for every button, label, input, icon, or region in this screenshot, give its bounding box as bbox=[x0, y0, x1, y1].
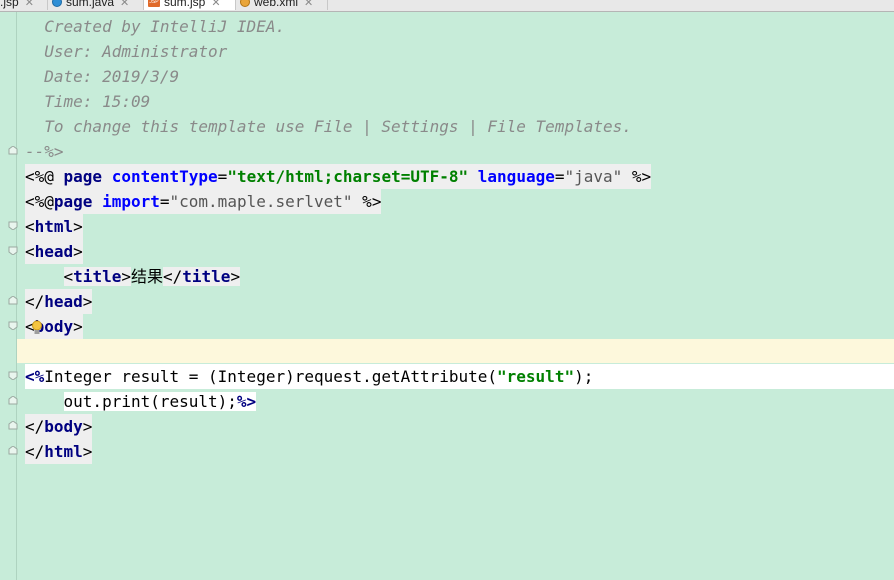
tag-name: html bbox=[44, 442, 83, 461]
java-code: out.print(result); bbox=[63, 392, 237, 411]
title-close-tag: </title> bbox=[163, 267, 241, 286]
directive-open: <%@ bbox=[25, 167, 64, 186]
comment-line: To change this template use File | Setti… bbox=[25, 117, 632, 136]
title-text: 结果 bbox=[130, 267, 163, 286]
fold-end-icon[interactable] bbox=[8, 296, 18, 305]
attribute-name: language bbox=[477, 167, 555, 186]
tab-sum-java[interactable]: sum.java ✕ bbox=[48, 0, 144, 10]
directive-keyword: page bbox=[53, 192, 93, 211]
tab-sum-jsp[interactable]: JSP sum.jsp ✕ bbox=[144, 0, 236, 10]
tab-label: sum.java bbox=[66, 0, 115, 9]
head-open-tag: <head> bbox=[25, 239, 83, 264]
attribute-name: import bbox=[102, 192, 160, 211]
editor-tab-bar: .jsp ✕ sum.java ✕ JSP sum.jsp ✕ web.xml … bbox=[0, 0, 894, 12]
scriptlet-line-1: <%Integer result = (Integer)request.getA… bbox=[25, 364, 894, 389]
java-code: ); bbox=[574, 367, 594, 386]
lightbulb-icon[interactable] bbox=[31, 320, 43, 336]
equals: = bbox=[159, 192, 170, 211]
page-directive-line: <%@ page contentType="text/html;charset=… bbox=[25, 164, 652, 189]
tag-name: title bbox=[73, 267, 122, 286]
close-icon[interactable]: ✕ bbox=[120, 0, 129, 9]
tag-name: html bbox=[34, 217, 74, 236]
fold-end-icon[interactable] bbox=[8, 421, 18, 430]
directive-close: %> bbox=[622, 167, 652, 186]
close-icon[interactable]: ✕ bbox=[304, 0, 313, 9]
scriptlet-open: <% bbox=[25, 367, 45, 386]
tag-name: head bbox=[34, 242, 74, 261]
tab-jsp-file[interactable]: .jsp ✕ bbox=[0, 0, 48, 10]
comment-end: --%> bbox=[25, 142, 64, 161]
attribute-value: "text/html;charset=UTF-8" bbox=[227, 167, 469, 186]
directive-keyword: page bbox=[63, 167, 103, 186]
jsp-file-icon: JSP bbox=[148, 0, 160, 7]
title-line: <title>结果</title> bbox=[25, 264, 241, 289]
java-class-icon bbox=[52, 0, 62, 7]
tab-label: .jsp bbox=[0, 0, 19, 9]
attribute-name: contentType bbox=[111, 167, 218, 186]
attribute-value: "com.maple.serlvet" bbox=[169, 192, 353, 211]
java-code: Integer result = (Integer)request.getAtt… bbox=[44, 367, 498, 386]
comment-line: Time: 15:09 bbox=[25, 92, 151, 111]
current-line-highlight bbox=[17, 339, 894, 363]
scriptlet-close: %> bbox=[236, 392, 257, 411]
close-icon[interactable]: ✕ bbox=[211, 0, 220, 9]
comment-line: Created by IntelliJ IDEA. bbox=[25, 17, 286, 36]
html-close-tag: </html> bbox=[25, 439, 93, 464]
xml-file-icon bbox=[240, 0, 250, 7]
directive-close: %> bbox=[352, 192, 382, 211]
tab-label: sum.jsp bbox=[164, 0, 206, 9]
fold-start-icon[interactable] bbox=[8, 221, 18, 230]
title-open-tag: <title> bbox=[63, 267, 131, 286]
head-close-tag: </head> bbox=[25, 289, 93, 314]
scriptlet-line-2: out.print(result);%> bbox=[25, 389, 257, 414]
directive-open: <%@ bbox=[25, 192, 54, 211]
tag-name: body bbox=[44, 417, 83, 436]
attribute-value: "java" bbox=[564, 167, 623, 186]
comment-line: User: Administrator bbox=[25, 42, 228, 61]
fold-start-icon[interactable] bbox=[8, 246, 18, 255]
comment-line: Date: 2019/3/9 bbox=[25, 67, 180, 86]
tab-label: web.xml bbox=[254, 0, 299, 9]
fold-end-icon[interactable] bbox=[8, 446, 18, 455]
fold-end-icon[interactable] bbox=[8, 146, 18, 155]
fold-end-icon[interactable] bbox=[8, 396, 18, 405]
fold-start-icon[interactable] bbox=[8, 371, 18, 380]
close-icon[interactable]: ✕ bbox=[25, 0, 34, 9]
import-directive-line: <%@page import="com.maple.serlvet" %> bbox=[25, 189, 382, 214]
tag-name: title bbox=[182, 267, 231, 286]
tag-name: head bbox=[44, 292, 83, 311]
body-close-tag: </body> bbox=[25, 414, 93, 439]
string-literal: "result" bbox=[497, 367, 575, 386]
equals: = bbox=[217, 167, 228, 186]
tab-web-xml[interactable]: web.xml ✕ bbox=[236, 0, 328, 10]
fold-start-icon[interactable] bbox=[8, 321, 18, 330]
html-open-tag: <html> bbox=[25, 214, 83, 239]
